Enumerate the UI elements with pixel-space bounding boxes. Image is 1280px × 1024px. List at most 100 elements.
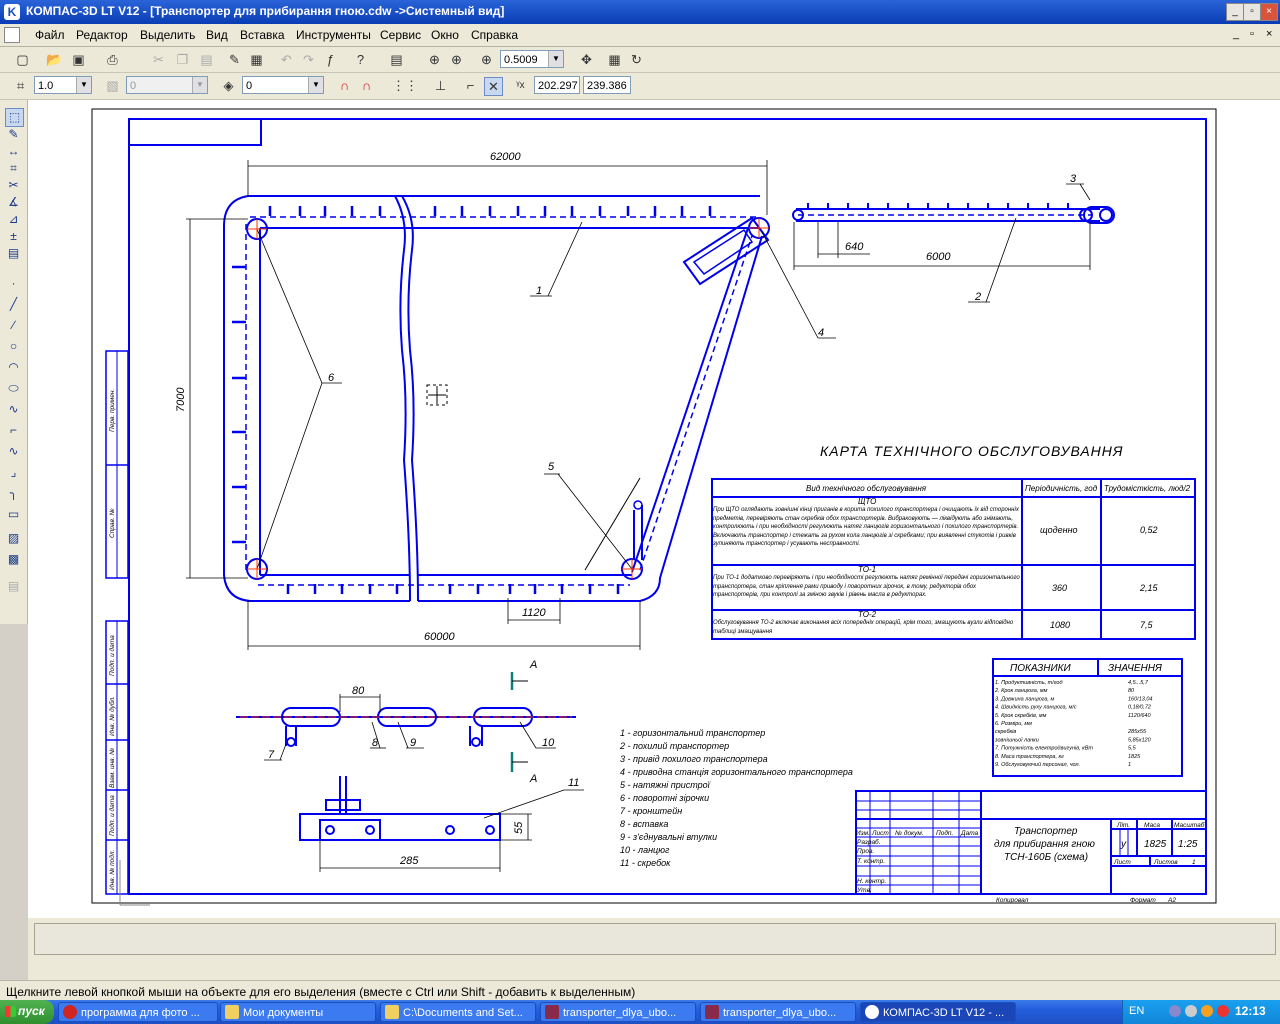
function-icon[interactable]: ƒ	[322, 51, 339, 68]
security-icon[interactable]	[1217, 1005, 1229, 1017]
select-mode-icon[interactable]: ±	[5, 228, 22, 245]
minimize-button[interactable]: _	[1226, 3, 1244, 21]
ortho-icon[interactable]: ⌐	[462, 77, 479, 94]
coord-y-field[interactable]: 239.386	[583, 76, 631, 94]
task-item-4[interactable]: transporter_dlya_ubo...	[540, 1002, 696, 1022]
antivirus-icon[interactable]	[1201, 1005, 1213, 1017]
aux-line-icon[interactable]: ╱	[5, 296, 22, 313]
menu-window[interactable]: Окно	[431, 28, 459, 42]
close-button[interactable]: ×	[1260, 3, 1278, 21]
new-file-icon[interactable]: ▢	[14, 51, 31, 68]
polyline-icon[interactable]: ⌐	[5, 422, 22, 439]
zoom-combo[interactable]: 0.5009 ▼	[500, 50, 564, 68]
manager-icon[interactable]: ▤	[388, 51, 405, 68]
language-indicator[interactable]: EN	[1129, 1005, 1144, 1017]
grid-step-icon[interactable]: ⌗	[12, 77, 29, 94]
menu-file[interactable]: Файл	[35, 28, 65, 42]
kompas-icon	[865, 1005, 879, 1019]
ellipse-icon[interactable]: ⬭	[5, 380, 22, 397]
refresh-view-icon[interactable]: ▦	[606, 51, 623, 68]
undo-icon[interactable]: ↶	[278, 51, 295, 68]
pan-icon[interactable]: ✥	[578, 51, 595, 68]
local-cs-icon[interactable]: ⊥	[432, 77, 449, 94]
circle-icon[interactable]: ○	[5, 338, 22, 355]
snap-magnet-icon[interactable]: ∩	[336, 77, 353, 94]
dim-62000: 62000	[490, 151, 521, 163]
fillet-icon[interactable]: ╮	[5, 485, 22, 502]
doc-restore-icon[interactable]: ▫	[1250, 28, 1254, 40]
menu-tools[interactable]: Инструменты	[296, 28, 371, 42]
list-icon[interactable]: ▦	[248, 51, 265, 68]
indicator-name: 6. Розміри, мм	[995, 721, 1032, 727]
kompas-logo-icon[interactable]: K	[4, 4, 20, 20]
properties-icon[interactable]: ✎	[226, 51, 243, 68]
symbols-tool-icon[interactable]: ⌗	[5, 160, 22, 177]
parametric-tool-icon[interactable]: ∡	[5, 194, 22, 211]
macro-icon[interactable]: ▤	[5, 578, 22, 595]
dimensions-tool-icon[interactable]: ↔	[5, 143, 22, 160]
cut-icon[interactable]: ✂	[150, 51, 167, 68]
copy-icon[interactable]: ❐	[174, 51, 191, 68]
snap-settings-icon[interactable]: ∩	[358, 77, 375, 94]
document-icon[interactable]	[4, 27, 20, 43]
task-item-2[interactable]: Мои документы	[220, 1002, 376, 1022]
archive-icon	[545, 1005, 559, 1019]
chamfer-icon[interactable]: ⌟	[5, 464, 22, 481]
point-icon[interactable]: ·	[5, 275, 22, 292]
zoom-in-icon[interactable]: ⊕	[448, 51, 465, 68]
start-label: пуск	[18, 1004, 45, 1018]
step-combo[interactable]: 1.0 ▼	[34, 76, 92, 94]
task-item-6[interactable]: КОМПАС-3D LT V12 - ...	[860, 1002, 1016, 1022]
menu-view[interactable]: Вид	[206, 28, 228, 42]
menu-insert[interactable]: Вставка	[240, 28, 285, 42]
zoom-scale-icon[interactable]: ⊕	[478, 51, 495, 68]
menu-edit[interactable]: Редактор	[76, 28, 128, 42]
save-icon[interactable]: ▣	[70, 51, 87, 68]
command-line[interactable]	[34, 923, 1276, 955]
map-text-2: При ТО-1 додатково перевіряють і при нео…	[713, 575, 1020, 598]
style-combo[interactable]: 0 ▼	[126, 76, 208, 94]
indicator-value: 1	[1128, 762, 1131, 768]
redraw-icon[interactable]: ↻	[628, 51, 645, 68]
paste-icon[interactable]: ▤	[198, 51, 215, 68]
fill-icon[interactable]: ▩	[5, 551, 22, 568]
task-item-5[interactable]: transporter_dlya_ubo...	[700, 1002, 856, 1022]
drawing-svg: 62000 7000 60000 1120 640 6000 1 2 3 4 5…	[91, 108, 1217, 906]
task-item-1[interactable]: программа для фото ...	[58, 1002, 218, 1022]
zoom-window-icon[interactable]: ⊕	[426, 51, 443, 68]
redo-icon[interactable]: ↷	[300, 51, 317, 68]
measure-tool-icon[interactable]: ⊿	[5, 211, 22, 228]
rectangle-icon[interactable]: ▭	[5, 506, 22, 523]
arc-icon[interactable]: ◠	[5, 359, 22, 376]
segment-icon[interactable]: ∕	[5, 317, 22, 334]
volume-icon[interactable]	[1185, 1005, 1197, 1017]
menu-select[interactable]: Выделить	[140, 28, 195, 42]
select-tool-icon[interactable]: ⬚	[5, 108, 24, 127]
doc-close-icon[interactable]: ×	[1266, 28, 1272, 40]
indicator-name: 5. Крок скребків, мм	[995, 713, 1047, 719]
doc-minimize-icon[interactable]: _	[1233, 28, 1239, 40]
maximize-button[interactable]: ▫	[1243, 3, 1261, 21]
bezier-icon[interactable]: ∿	[5, 443, 22, 460]
help-pointer-icon[interactable]: ?	[352, 51, 369, 68]
grid-icon[interactable]: ⋮⋮	[392, 77, 418, 94]
network-icon[interactable]	[1169, 1005, 1181, 1017]
print-icon[interactable]: ⎙	[104, 51, 121, 68]
task-item-3[interactable]: C:\Documents and Set...	[380, 1002, 536, 1022]
coord-x-field[interactable]: 202.297	[534, 76, 580, 94]
edit-tool-icon[interactable]: ✂	[5, 177, 22, 194]
spline-icon[interactable]: ∿	[5, 401, 22, 418]
style-icon[interactable]: ▧	[104, 77, 121, 94]
spec-tool-icon[interactable]: ▤	[5, 245, 22, 262]
hatch-icon[interactable]: ▨	[5, 530, 22, 547]
menu-help[interactable]: Справка	[471, 28, 518, 42]
start-button[interactable]: пуск	[0, 1000, 54, 1024]
menu-service[interactable]: Сервис	[380, 28, 421, 42]
open-file-icon[interactable]: 📂	[46, 51, 63, 68]
geometry-tool-icon[interactable]: ✎	[5, 126, 22, 143]
round-icon[interactable]: ✕	[484, 77, 503, 96]
map-text-1: При ЩТО оглядають зовнішні кінці пригані…	[713, 507, 1019, 547]
layer-combo[interactable]: 0 ▼	[242, 76, 324, 94]
drawing-canvas[interactable]: 62000 7000 60000 1120 640 6000 1 2 3 4 5…	[28, 100, 1280, 918]
layer-icon[interactable]: ◈	[220, 77, 237, 94]
